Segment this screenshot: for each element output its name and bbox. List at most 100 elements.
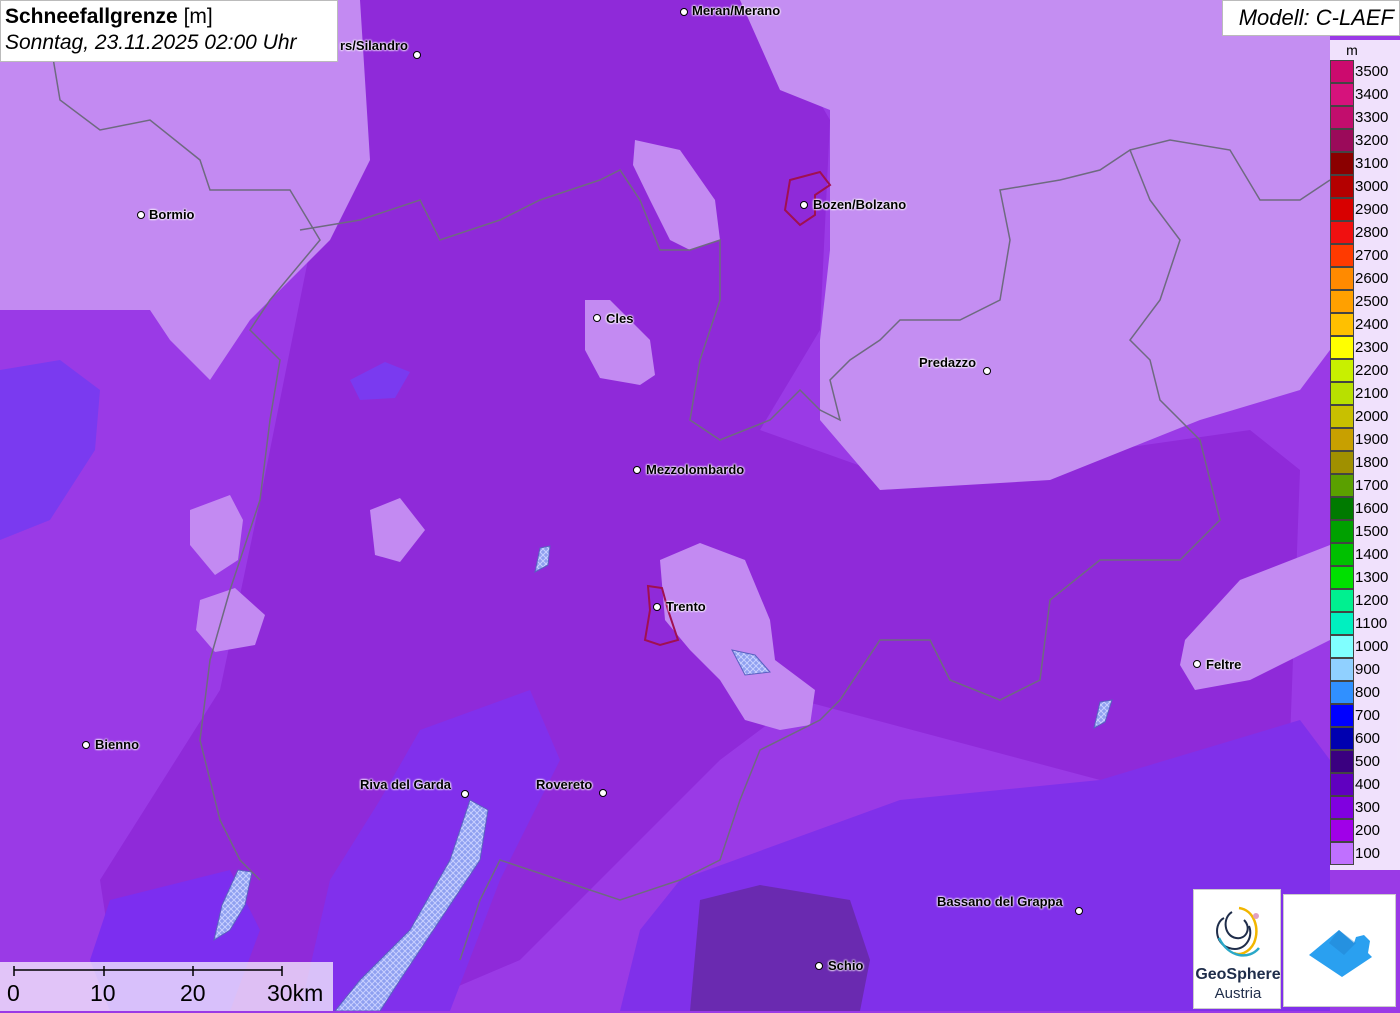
city-marker[interactable] [800, 201, 808, 209]
house-cloud-icon [1309, 930, 1372, 977]
legend-entry: 2500 [1330, 290, 1400, 313]
city-label[interactable]: Bienno [95, 737, 139, 752]
legend-label: 2700 [1355, 247, 1389, 264]
legend-label: 200 [1355, 822, 1381, 839]
legend-entry: 1400 [1330, 543, 1400, 566]
legend-swatch [1330, 842, 1354, 865]
city-label[interactable]: Bormio [149, 207, 195, 222]
geosphere-logo[interactable]: GeoSphere Austria [1193, 889, 1281, 1009]
legend-swatch [1330, 336, 1354, 359]
legend-label: 300 [1355, 799, 1381, 816]
legend-label: 3400 [1355, 86, 1389, 103]
city-marker[interactable] [1075, 907, 1083, 915]
logo-text: GeoSphere [1195, 966, 1281, 983]
legend-label: 3200 [1355, 132, 1389, 149]
legend-swatch [1330, 60, 1354, 83]
legend-swatch [1330, 405, 1354, 428]
city-label[interactable]: rs/Silandro [340, 38, 408, 53]
legend-entry: 2300 [1330, 336, 1400, 359]
legend-entry: 1700 [1330, 474, 1400, 497]
legend-swatch [1330, 497, 1354, 520]
title-panel: Schneefallgrenze [m] Sonntag, 23.11.2025… [0, 0, 338, 62]
legend-entry: 2400 [1330, 313, 1400, 336]
legend-swatch [1330, 589, 1354, 612]
map-datetime: Sonntag, 23.11.2025 02:00 Uhr [5, 31, 297, 54]
legend-entry: 500 [1330, 750, 1400, 773]
legend-label: 1800 [1355, 454, 1389, 471]
scale-label: 30km [267, 980, 324, 1006]
legend-swatch [1330, 313, 1354, 336]
city-marker[interactable] [413, 51, 421, 59]
legend-swatch [1330, 198, 1354, 221]
legend-swatch [1330, 727, 1354, 750]
city-label[interactable]: Cles [606, 311, 633, 326]
legend-swatch [1330, 106, 1354, 129]
legend-label: 1000 [1355, 638, 1389, 655]
legend-swatch [1330, 704, 1354, 727]
city-label[interactable]: Rovereto [536, 777, 592, 792]
city-label[interactable]: Bozen/Bolzano [813, 197, 906, 212]
city-marker[interactable] [599, 789, 607, 797]
legend-label: 2600 [1355, 270, 1389, 287]
legend-entry: 3500 [1330, 60, 1400, 83]
legend-label: 100 [1355, 845, 1381, 862]
city-marker[interactable] [633, 466, 641, 474]
legend-label: 2100 [1355, 385, 1389, 402]
legend-entry: 2700 [1330, 244, 1400, 267]
city-marker[interactable] [653, 603, 661, 611]
legend-swatch [1330, 129, 1354, 152]
legend-swatch [1330, 543, 1354, 566]
legend-label: 2800 [1355, 224, 1389, 241]
legend-entry: 1500 [1330, 520, 1400, 543]
legend-label: 900 [1355, 661, 1381, 678]
city-label[interactable]: Trento [666, 599, 706, 614]
legend-label: 3300 [1355, 109, 1389, 126]
legend-entry: 1600 [1330, 497, 1400, 520]
legend-entry: 700 [1330, 704, 1400, 727]
legend-label: 1600 [1355, 500, 1389, 517]
city-label[interactable]: Predazzo [919, 355, 976, 370]
legend-swatch [1330, 244, 1354, 267]
city-label[interactable]: Mezzolombardo [646, 462, 744, 477]
legend-entry: 2900 [1330, 198, 1400, 221]
city-label[interactable]: Bassano del Grappa [937, 894, 1063, 909]
snowfall-map[interactable] [0, 0, 1400, 1011]
scale-label: 10 [90, 980, 116, 1006]
legend-label: 500 [1355, 753, 1381, 770]
legend-swatch [1330, 566, 1354, 589]
legend-swatch [1330, 221, 1354, 244]
geosphere-emblem-icon [1216, 906, 1260, 957]
city-marker[interactable] [82, 741, 90, 749]
city-label[interactable]: Schio [828, 958, 863, 973]
legend-swatch [1330, 750, 1354, 773]
legend-label: 1200 [1355, 592, 1389, 609]
legend-swatch [1330, 359, 1354, 382]
city-marker[interactable] [815, 962, 823, 970]
city-label[interactable]: Riva del Garda [360, 777, 451, 792]
legend-entry: 1800 [1330, 451, 1400, 474]
legend-entry: 3100 [1330, 152, 1400, 175]
legend-entry: 3200 [1330, 129, 1400, 152]
legend-swatch [1330, 658, 1354, 681]
city-marker[interactable] [680, 8, 688, 16]
legend-entry: 100 [1330, 842, 1400, 865]
legend-entry: 1900 [1330, 428, 1400, 451]
city-label[interactable]: Meran/Merano [692, 3, 780, 18]
legend-swatch [1330, 520, 1354, 543]
legend-entry: 600 [1330, 727, 1400, 750]
legend-swatch [1330, 773, 1354, 796]
city-marker[interactable] [1193, 660, 1201, 668]
city-marker[interactable] [137, 211, 145, 219]
app-logo[interactable] [1283, 894, 1396, 1007]
city-marker[interactable] [593, 314, 601, 322]
legend-entry: 3400 [1330, 83, 1400, 106]
legend-swatch [1330, 267, 1354, 290]
city-marker[interactable] [461, 790, 469, 798]
legend-label: 700 [1355, 707, 1381, 724]
legend-label: 800 [1355, 684, 1381, 701]
city-marker[interactable] [983, 367, 991, 375]
legend-entry: 1300 [1330, 566, 1400, 589]
city-label[interactable]: Feltre [1206, 657, 1241, 672]
legend-entry: 200 [1330, 819, 1400, 842]
logo-text: Austria [1214, 985, 1262, 1002]
